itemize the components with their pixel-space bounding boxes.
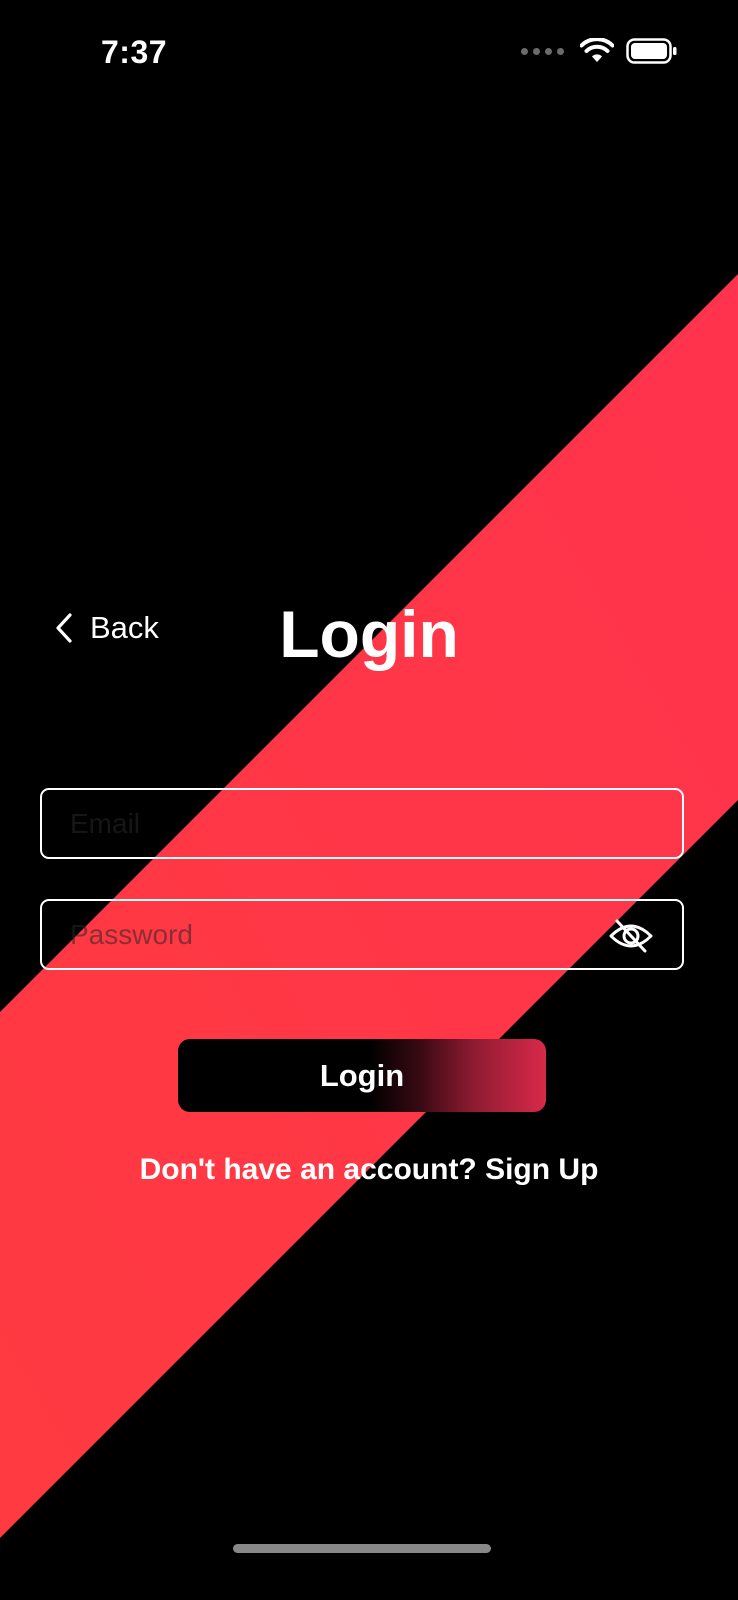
status-bar: 7:37 — [0, 0, 738, 110]
eye-slash-icon[interactable] — [608, 916, 654, 956]
cellular-dots-icon — [521, 47, 564, 55]
status-time: 7:37 — [101, 34, 168, 70]
page-title: Login — [279, 597, 459, 671]
signup-link[interactable]: Don't have an account? Sign Up — [0, 1153, 738, 1187]
password-field-container — [40, 899, 684, 970]
wifi-icon — [580, 38, 614, 62]
email-field[interactable] — [42, 790, 682, 857]
status-icons — [521, 38, 678, 64]
login-button[interactable]: Login — [178, 1039, 546, 1112]
password-field[interactable] — [42, 901, 682, 968]
login-screen: 7:37 Back Login Email Login Don't have a… — [0, 0, 738, 1600]
email-field-container — [40, 788, 684, 859]
home-indicator — [233, 1544, 491, 1553]
battery-icon — [626, 38, 677, 64]
